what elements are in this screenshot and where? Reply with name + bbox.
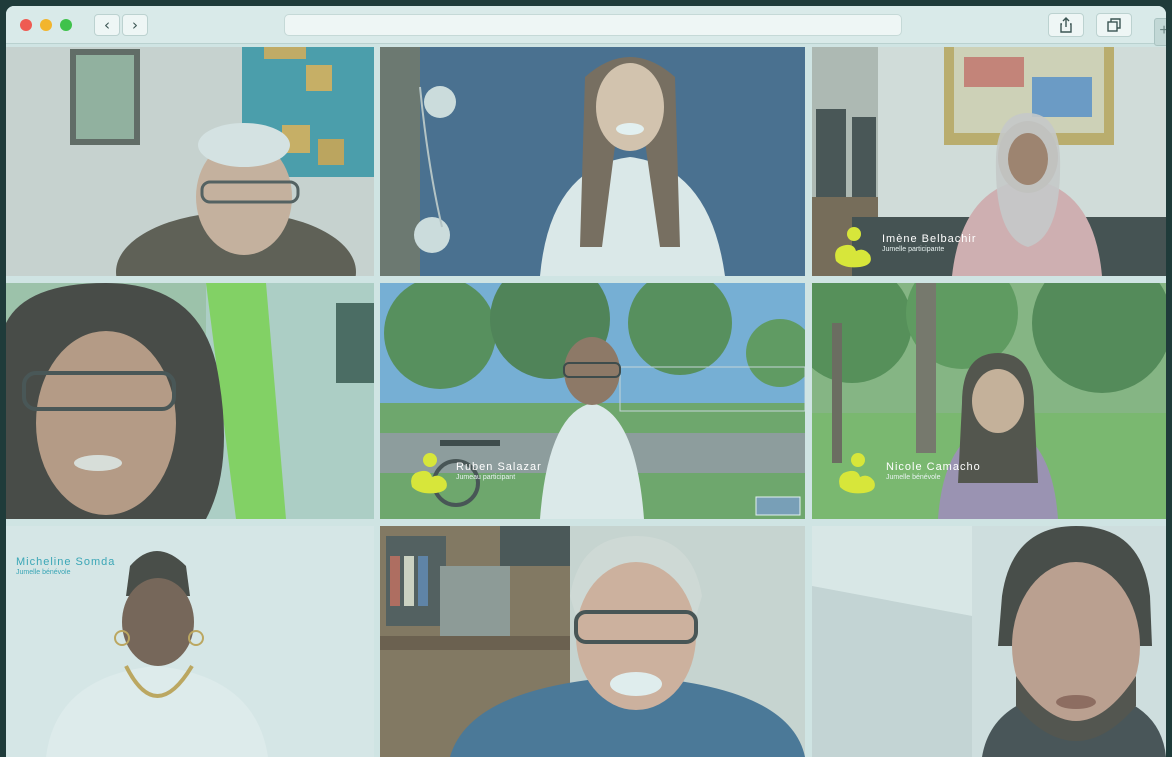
video-tile-9[interactable] (812, 526, 1166, 757)
participant-role: Jumelle participante (882, 246, 945, 253)
tile-tint (380, 47, 805, 276)
video-grid: Imène Belbachir Jumelle participante Rub… (6, 47, 1166, 757)
forward-button[interactable]: › (122, 14, 148, 36)
tile-tint (6, 47, 374, 276)
minimize-window-button[interactable] (40, 19, 52, 31)
participant-name: Imène Belbachir (882, 233, 977, 245)
video-tile-4[interactable] (6, 283, 374, 519)
close-window-button[interactable] (20, 19, 32, 31)
back-button[interactable]: ‹ (94, 14, 120, 36)
participant-caption: Micheline Somda Jumelle bénévole (16, 556, 115, 576)
tile-tint (812, 526, 1166, 757)
participant-name: Ruben Salazar (456, 461, 542, 473)
video-tile-3[interactable]: Imène Belbachir Jumelle participante (812, 47, 1166, 276)
organization-logo-icon (411, 453, 447, 494)
participant-role: Jumelle bénévole (16, 569, 71, 576)
organization-logo-icon (839, 453, 875, 494)
participant-caption: Nicole Camacho Jumelle bénévole (886, 461, 981, 481)
video-tile-5[interactable]: Ruben Salazar Jumeau participant (380, 283, 805, 519)
tile-tint (6, 283, 374, 519)
video-tile-1[interactable] (6, 47, 374, 276)
new-tab-button[interactable]: + (1154, 18, 1166, 46)
video-tile-2[interactable] (380, 47, 805, 276)
show-tabs-button[interactable] (1096, 13, 1132, 37)
share-icon (1060, 17, 1072, 33)
zoom-window-button[interactable] (60, 19, 72, 31)
participant-role: Jumelle bénévole (886, 474, 941, 481)
chevron-left-icon: ‹ (104, 16, 110, 34)
participant-name: Micheline Somda (16, 556, 116, 568)
video-tile-8[interactable] (380, 526, 805, 757)
video-tile-7[interactable]: Micheline Somda Jumelle bénévole (6, 526, 374, 757)
participant-name: Nicole Camacho (886, 461, 981, 473)
title-bar: ‹ › + (6, 6, 1166, 46)
organization-logo-icon (835, 227, 871, 268)
browser-window: ‹ › + Imène Belbachir Jumelle participan… (6, 6, 1166, 757)
participant-caption: Ruben Salazar Jumeau participant (456, 461, 542, 481)
participant-role: Jumeau participant (456, 474, 516, 481)
tile-tint (380, 526, 805, 757)
share-button[interactable] (1048, 13, 1084, 37)
video-tile-6[interactable]: Nicole Camacho Jumelle bénévole (812, 283, 1166, 519)
chevron-right-icon: › (132, 16, 138, 34)
address-bar[interactable] (284, 14, 902, 36)
plus-icon: + (1159, 22, 1166, 39)
participant-caption: Imène Belbachir Jumelle participante (882, 233, 977, 253)
tabs-icon (1107, 18, 1121, 32)
